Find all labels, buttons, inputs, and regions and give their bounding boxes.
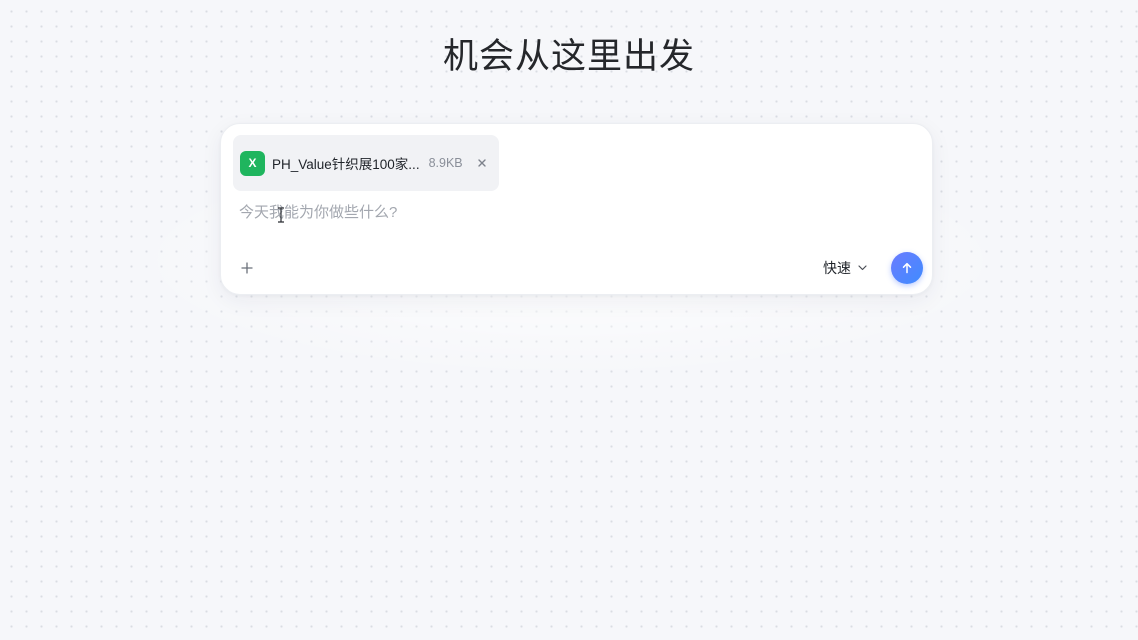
file-attachment-chip[interactable]: X PH_Value针织展100家... 8.9KB [233,135,499,191]
send-button[interactable] [891,252,923,284]
spreadsheet-icon: X [240,150,265,176]
add-button[interactable] [237,258,257,278]
prompt-input[interactable] [239,200,899,224]
text-cursor-icon [278,207,284,223]
chat-composer: X PH_Value针织展100家... 8.9KB 快速 [220,123,933,295]
mode-dropdown[interactable]: 快速 [823,257,868,279]
close-icon [477,159,486,167]
mode-selected-label: 快速 [823,260,851,276]
remove-attachment-button[interactable] [475,156,489,170]
chevron-down-icon [858,263,868,273]
arrow-up-icon [902,262,912,274]
attachment-file-size: 8.9KB [428,156,463,170]
attachment-file-name: PH_Value针织展100家... [272,157,420,172]
plus-icon [241,262,253,274]
page-title: 机会从这里出发 [442,37,695,76]
